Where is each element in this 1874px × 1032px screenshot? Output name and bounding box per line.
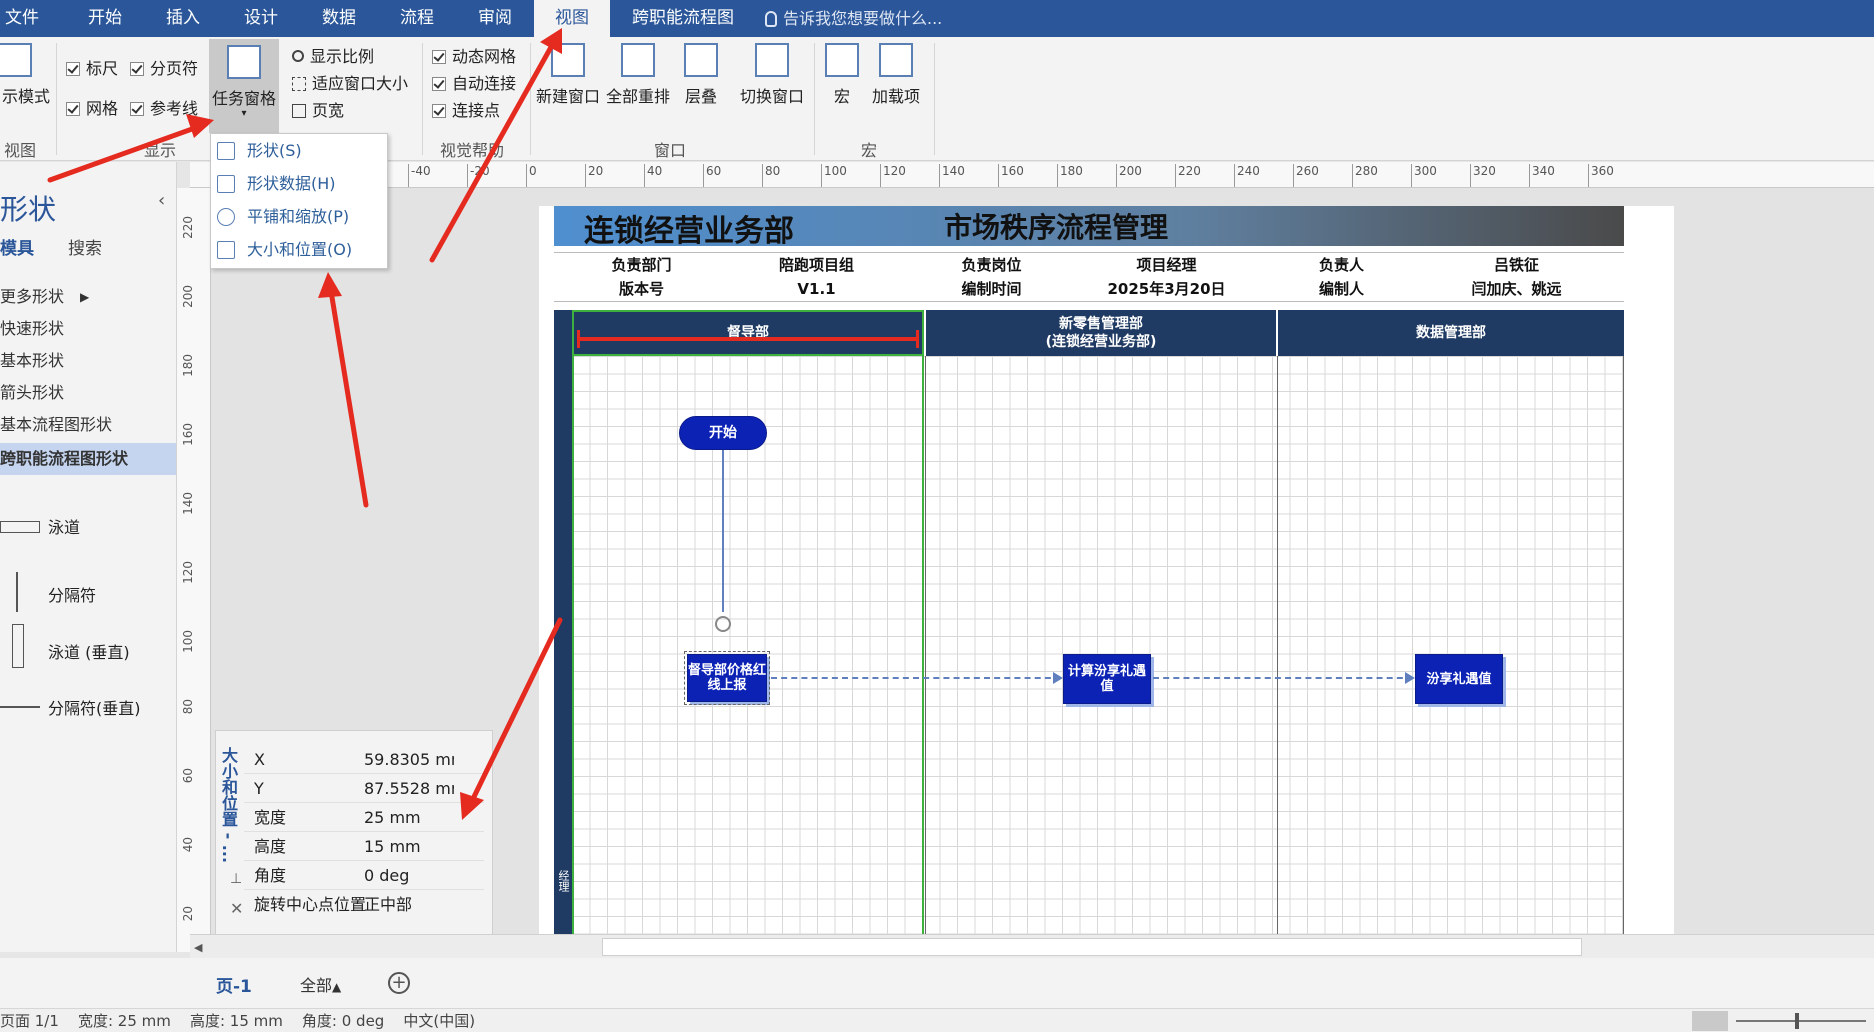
annotation-arrow-sizepos	[327, 282, 369, 508]
annotation-arrow-panel	[467, 617, 563, 808]
arrowhead-icon	[186, 114, 214, 138]
arrowhead-icon	[318, 272, 342, 298]
annotation-arrows	[47, 28, 563, 820]
arrowhead-icon	[460, 792, 484, 820]
annotation-arrow-viewtab	[429, 37, 558, 263]
visio-window: 文件 开始 插入 设计 数据 流程 审阅 视图 跨职能流程图 告诉我您想要做什么…	[0, 0, 1874, 1032]
annotation-arrow-taskpane	[47, 121, 209, 183]
